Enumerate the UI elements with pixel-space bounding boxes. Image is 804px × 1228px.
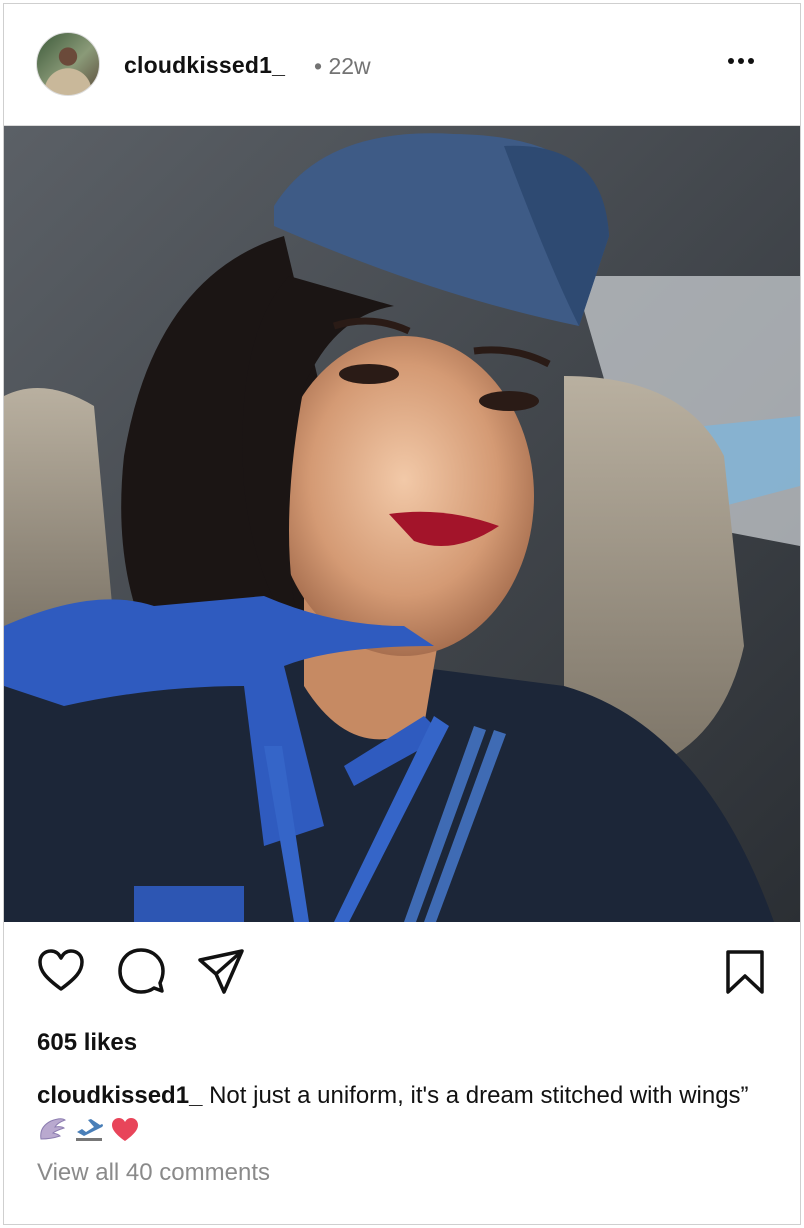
caption: cloudkissed1_ Not just a uniform, it's a… bbox=[37, 1077, 777, 1151]
airplane-departure-icon bbox=[75, 1119, 103, 1141]
post-photo[interactable] bbox=[4, 126, 800, 922]
view-comments-link[interactable]: View all 40 comments bbox=[37, 1159, 270, 1187]
post-time[interactable]: • 22w bbox=[314, 53, 371, 80]
avatar[interactable] bbox=[36, 32, 100, 96]
comment-bubble-icon[interactable] bbox=[116, 946, 166, 996]
post-header: cloudkissed1_ • 22w bbox=[4, 4, 800, 126]
more-horizontal-icon[interactable] bbox=[720, 49, 760, 73]
heart-outline-icon[interactable] bbox=[36, 946, 86, 996]
post-username[interactable]: cloudkissed1_ bbox=[124, 52, 285, 79]
post-image bbox=[4, 126, 800, 922]
post-card: cloudkissed1_ • 22w 605 likes cloudkisse… bbox=[3, 3, 801, 1225]
likes-count[interactable]: 605 likes bbox=[37, 1029, 137, 1057]
wing-icon bbox=[40, 1118, 67, 1140]
caption-text: Not just a uniform, it's a dream stitche… bbox=[202, 1082, 749, 1109]
action-bar bbox=[4, 922, 800, 1022]
bookmark-icon[interactable] bbox=[720, 946, 770, 996]
paper-plane-icon[interactable] bbox=[196, 946, 246, 996]
heart-icon bbox=[112, 1118, 139, 1141]
caption-username[interactable]: cloudkissed1_ bbox=[37, 1082, 202, 1109]
